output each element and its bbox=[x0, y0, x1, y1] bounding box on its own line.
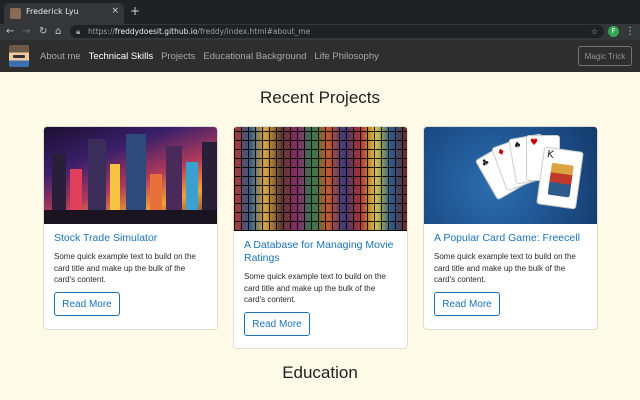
card-title[interactable]: Stock Trade Simulator bbox=[54, 232, 207, 245]
nav-link-about-me[interactable]: About me bbox=[40, 51, 81, 62]
section-title-education: Education bbox=[282, 363, 358, 382]
new-tab-icon[interactable]: + bbox=[130, 4, 140, 18]
read-more-button[interactable]: Read More bbox=[54, 292, 120, 316]
card-text: Some quick example text to build on the … bbox=[244, 272, 386, 304]
nav-links: About me Technical Skills Projects Educa… bbox=[40, 40, 387, 72]
nav-link-projects[interactable]: Projects bbox=[161, 51, 195, 62]
address-bar[interactable]: 🔒︎ https://freddydoesit.github.io/freddy… bbox=[70, 25, 604, 38]
profile-avatar[interactable]: F bbox=[608, 26, 619, 37]
arrow-left-icon[interactable]: ← bbox=[6, 25, 14, 39]
project-card: A Database for Managing Movie Ratings So… bbox=[233, 126, 408, 349]
project-image: ♣ ♦ ♠ ♥ K bbox=[424, 127, 597, 224]
nav-link-technical-skills[interactable]: Technical Skills bbox=[89, 51, 153, 62]
project-card: ♣ ♦ ♠ ♥ K A Popular Card Game: Freecell … bbox=[423, 126, 598, 330]
project-image bbox=[44, 127, 217, 224]
url-text: https://freddydoesit.github.io/freddy/in… bbox=[88, 27, 311, 36]
card-text: Some quick example text to build on the … bbox=[434, 252, 576, 284]
section-title-projects: Recent Projects bbox=[260, 88, 380, 107]
arrow-right-icon[interactable]: → bbox=[22, 25, 30, 39]
home-icon[interactable]: ⌂ bbox=[55, 25, 61, 39]
card-title[interactable]: A Popular Card Game: Freecell bbox=[434, 232, 587, 245]
project-image bbox=[234, 127, 407, 231]
nav-link-educational-background[interactable]: Educational Background bbox=[203, 51, 306, 62]
read-more-button[interactable]: Read More bbox=[434, 292, 500, 316]
card-title[interactable]: A Database for Managing Movie Ratings bbox=[244, 239, 397, 265]
project-card: Stock Trade Simulator Some quick example… bbox=[43, 126, 218, 330]
avatar[interactable] bbox=[9, 45, 29, 67]
browser-toolbar: ← → ↻ ⌂ 🔒︎ https://freddydoesit.github.i… bbox=[0, 24, 640, 40]
kebab-menu-icon[interactable]: ⋮ bbox=[625, 24, 635, 40]
close-tab-icon[interactable]: × bbox=[111, 6, 119, 16]
reload-icon[interactable]: ↻ bbox=[39, 25, 47, 39]
star-icon[interactable]: ☆ bbox=[591, 25, 598, 38]
site-navbar: About me Technical Skills Projects Educa… bbox=[0, 40, 640, 72]
favicon-icon bbox=[10, 8, 21, 19]
magic-trick-button[interactable]: Magic Trick bbox=[578, 46, 632, 66]
card-text: Some quick example text to build on the … bbox=[54, 252, 196, 284]
lock-icon: 🔒︎ bbox=[76, 27, 81, 36]
tab-title: Frederick Lyu bbox=[26, 7, 79, 16]
browser-tab-bar: Frederick Lyu × + bbox=[0, 0, 640, 24]
read-more-button[interactable]: Read More bbox=[244, 312, 310, 336]
browser-tab[interactable]: Frederick Lyu × bbox=[4, 3, 124, 24]
nav-link-life-philosophy[interactable]: Life Philosophy bbox=[314, 51, 378, 62]
